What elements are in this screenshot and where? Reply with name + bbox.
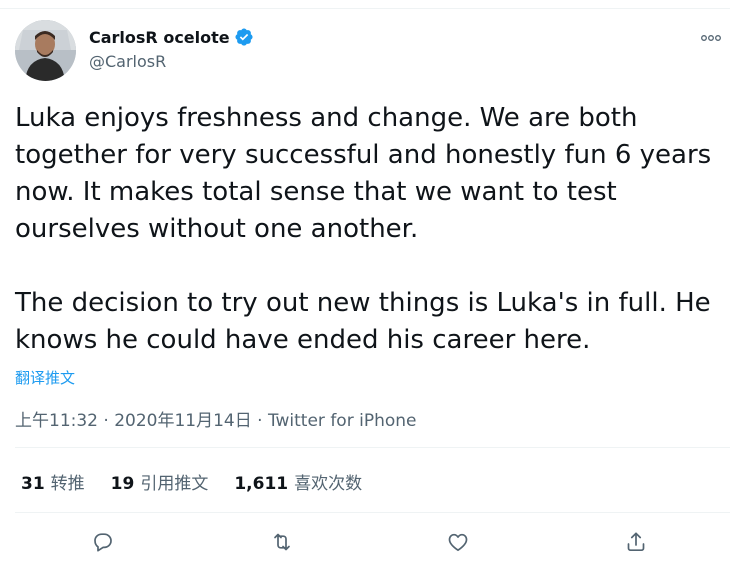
tweet-card: CarlosR ocelote @CarlosR Luka enjoys fre… bbox=[0, 0, 730, 570]
top-divider bbox=[0, 8, 730, 9]
verified-badge-icon bbox=[234, 27, 254, 47]
retweets-count: 31 bbox=[21, 474, 45, 494]
avatar-image bbox=[15, 20, 76, 81]
like-icon bbox=[448, 533, 468, 552]
quotes-count: 19 bbox=[110, 474, 135, 494]
author-handle[interactable]: @CarlosR bbox=[89, 52, 166, 71]
more-dots-icon bbox=[701, 35, 721, 41]
stats-top-divider bbox=[15, 447, 730, 448]
author-name-row: CarlosR ocelote bbox=[89, 27, 254, 47]
share-button[interactable] bbox=[622, 528, 650, 556]
engagement-stats: 31 转推 19 引用推文 1,611 喜欢次数 bbox=[21, 469, 388, 494]
author-display-name[interactable]: CarlosR ocelote bbox=[89, 28, 230, 47]
quotes-label: 引用推文 bbox=[140, 474, 209, 494]
retweets-label: 转推 bbox=[50, 474, 85, 494]
more-options-button[interactable] bbox=[699, 28, 723, 48]
retweets-stat[interactable]: 31 转推 bbox=[21, 469, 85, 494]
reply-icon bbox=[94, 533, 112, 552]
retweet-icon bbox=[274, 533, 290, 551]
share-icon bbox=[627, 532, 645, 552]
like-button[interactable] bbox=[444, 528, 472, 556]
tweet-text: Luka enjoys freshness and change. We are… bbox=[15, 103, 712, 355]
likes-count: 1,611 bbox=[234, 474, 289, 494]
tweet-timestamp-source[interactable]: 上午11:32 · 2020年11月14日 · Twitter for iPho… bbox=[15, 406, 416, 431]
likes-label: 喜欢次数 bbox=[294, 474, 363, 494]
quotes-stat[interactable]: 19 引用推文 bbox=[111, 469, 209, 494]
translate-tweet-link[interactable]: 翻译推文 bbox=[15, 367, 75, 388]
reply-button[interactable] bbox=[89, 528, 117, 556]
avatar[interactable] bbox=[15, 20, 76, 81]
actions-top-divider bbox=[15, 512, 730, 513]
action-bar bbox=[0, 528, 730, 558]
retweet-button[interactable] bbox=[268, 528, 296, 556]
likes-stat[interactable]: 1,611 喜欢次数 bbox=[234, 469, 362, 494]
